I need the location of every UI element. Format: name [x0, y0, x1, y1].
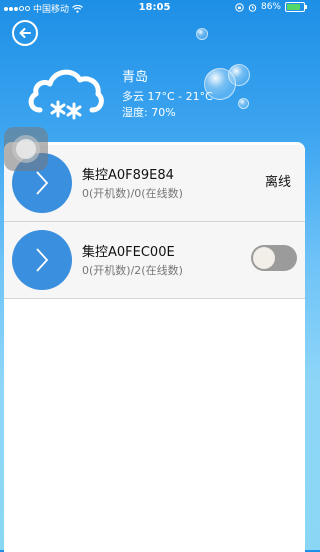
toggle-knob	[253, 247, 275, 269]
cloud-snow-icon	[28, 69, 104, 120]
weather-city: 青岛	[122, 70, 149, 85]
decorative-bubble	[238, 98, 249, 109]
device-detail-button[interactable]	[12, 230, 72, 290]
device-power-toggle[interactable]	[251, 245, 297, 271]
assistive-touch-core	[16, 139, 36, 159]
battery-percent: 86%	[260, 2, 281, 12]
battery-icon	[285, 2, 307, 12]
status-bar: 中国移动 18:05 86%	[0, 0, 309, 16]
decorative-bubble	[196, 28, 208, 40]
status-right: 86%	[235, 2, 307, 12]
chevron-right-icon	[36, 171, 49, 195]
chevron-right-icon	[36, 248, 49, 272]
device-list-item[interactable]: 集控A0F89E84 0(开机数)/0(在线数) 离线	[4, 145, 305, 222]
weather-humidity: 湿度: 70%	[122, 106, 176, 119]
orientation-lock-icon	[235, 2, 244, 12]
device-list-item[interactable]: 集控A0FEC00E 0(开机数)/2(在线数)	[4, 222, 305, 299]
device-title: 集控A0FEC00E	[82, 245, 175, 260]
weather-temperature: 多云 17°C - 21°C	[122, 90, 213, 103]
device-title: 集控A0F89E84	[82, 168, 174, 183]
device-subtitle: 0(开机数)/0(在线数)	[82, 187, 183, 200]
arrow-left-icon	[19, 28, 31, 38]
device-subtitle: 0(开机数)/2(在线数)	[82, 264, 183, 277]
alarm-icon	[248, 3, 257, 12]
back-button[interactable]	[12, 20, 38, 46]
device-status: 离线	[264, 175, 291, 190]
assistive-touch-button[interactable]	[4, 127, 48, 171]
